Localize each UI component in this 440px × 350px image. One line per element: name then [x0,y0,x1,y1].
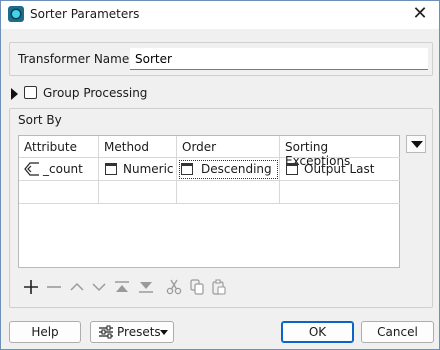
group-processing-checkbox[interactable] [24,86,37,99]
transformer-name-input[interactable] [130,48,428,70]
chevron-down-icon [160,330,168,335]
dropdown-cell-icon [181,163,193,175]
ok-button[interactable]: OK [281,321,354,343]
column-header-sorting-exceptions[interactable]: Sorting Exceptions [280,136,400,168]
move-down-icon[interactable] [91,277,109,297]
move-bottom-icon[interactable] [138,277,156,297]
sort-table[interactable]: Attribute Method Order Sorting Exception… [18,135,400,268]
title-bar[interactable]: Sorter Parameters ✕ [1,1,439,29]
app-icon [8,6,24,22]
remove-icon[interactable] [46,277,64,297]
presets-button[interactable]: Presets [90,321,174,343]
empty-cell[interactable] [99,181,177,204]
column-header-attribute[interactable]: Attribute [19,136,99,158]
close-icon[interactable]: ✕ [409,3,431,25]
dropdown-cell-icon [105,163,117,175]
move-top-icon[interactable] [114,277,132,297]
sorter-parameters-dialog: Sorter Parameters ✕ Transformer Name: Gr… [0,0,440,350]
order-value: Descending [201,162,272,176]
method-value: Numeric [123,162,174,176]
cut-icon[interactable] [166,277,184,297]
table-cell-attribute[interactable]: _count [19,158,99,181]
sort-by-title: Sort By [18,113,62,127]
sorting-exceptions-value: Output Last [304,162,375,176]
column-header-method[interactable]: Method [99,136,177,158]
add-icon[interactable] [23,277,41,297]
presets-label: Presets [117,325,161,339]
table-options-dropdown-button[interactable] [406,135,426,153]
table-cell-sorting-exceptions[interactable]: Output Last [280,158,400,181]
attribute-value: _count [43,162,83,176]
paste-icon[interactable] [211,277,229,297]
dropdown-cell-icon [286,163,298,175]
window-title: Sorter Parameters [30,7,140,21]
expand-arrow-icon[interactable] [11,88,18,100]
group-processing-label: Group Processing [43,86,148,100]
presets-sliders-icon [99,325,113,339]
transformer-name-label: Transformer Name: [18,52,134,66]
copy-icon[interactable] [189,277,207,297]
empty-cell[interactable] [177,181,280,204]
help-button[interactable]: Help [9,321,81,343]
attribute-tag-icon [24,162,39,176]
cancel-button[interactable]: Cancel [361,321,434,343]
empty-cell[interactable] [280,181,400,204]
move-up-icon[interactable] [69,277,87,297]
transformer-name-group: Transformer Name: [9,42,433,76]
empty-cell[interactable] [19,181,99,204]
table-cell-method[interactable]: Numeric [99,158,177,181]
column-header-order[interactable]: Order [177,136,280,158]
table-cell-order[interactable]: Descending [177,158,280,181]
